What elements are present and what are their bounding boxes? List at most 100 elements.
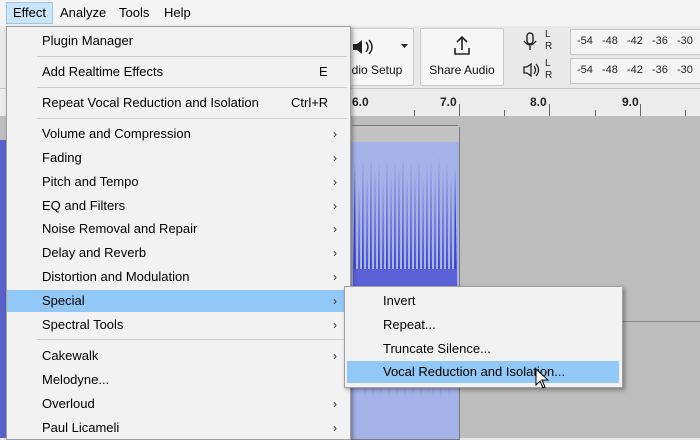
audio-clip[interactable] <box>350 125 460 440</box>
ruler-tick <box>685 110 686 116</box>
menu-item-label: Paul Licameli <box>42 420 120 435</box>
submenu-item-label: Truncate Silence... <box>383 341 491 356</box>
speaker-icon <box>353 39 373 55</box>
meter-channel-l: L <box>545 29 551 40</box>
ruler-label: 8.0 <box>530 95 547 109</box>
menu-separator <box>37 87 347 88</box>
menu-item-label: Distortion and Modulation <box>42 269 190 284</box>
chevron-right-icon: › <box>333 246 337 260</box>
menu-item-noise-removal[interactable]: Noise Removal and Repair › <box>7 218 350 240</box>
meter-channel-r: R <box>545 41 553 52</box>
submenu-item-label: Invert <box>383 293 416 308</box>
meter-tick: -48 <box>602 35 618 47</box>
menu-item-label: Plugin Manager <box>42 33 134 48</box>
menu-separator <box>37 118 347 119</box>
menu-item-special[interactable]: Special › <box>7 290 350 312</box>
menu-item-shortcut: E <box>319 64 328 79</box>
meter-tick: -54 <box>577 64 593 76</box>
audio-setup-button[interactable]: dio Setup <box>340 28 414 86</box>
menu-item-label: Spectral Tools <box>42 317 124 332</box>
ruler-tick <box>459 104 460 116</box>
menu-item-fading[interactable]: Fading › <box>7 147 350 169</box>
menu-separator <box>37 56 347 57</box>
menu-item-label: Delay and Reverb <box>42 245 147 260</box>
meter-tick: -30 <box>677 64 693 76</box>
ruler-tick <box>549 104 550 116</box>
submenu-item-label: Repeat... <box>383 317 436 332</box>
menu-item-spectral-tools[interactable]: Spectral Tools › <box>7 314 350 336</box>
chevron-right-icon: › <box>333 294 337 308</box>
mouse-cursor-icon <box>535 368 550 389</box>
menu-item-label: Pitch and Tempo <box>42 174 139 189</box>
menu-analyze[interactable]: Analyze <box>54 3 112 23</box>
chevron-down-icon <box>401 44 408 48</box>
menu-tools[interactable]: Tools <box>113 3 155 23</box>
submenu-item-repeat[interactable]: Repeat... <box>347 314 619 336</box>
ruler-label: 9.0 <box>622 95 639 109</box>
chevron-right-icon: › <box>333 199 337 213</box>
meter-channel-r: R <box>545 70 553 81</box>
chevron-right-icon: › <box>333 270 337 284</box>
menu-item-shortcut: Ctrl+R <box>291 95 329 110</box>
menu-item-add-realtime-effects[interactable]: Add Realtime Effects E <box>7 61 350 83</box>
effect-menu: Plugin Manager Add Realtime Effects E Re… <box>6 26 351 440</box>
menu-item-melodyne[interactable]: Melodyne... <box>7 369 350 391</box>
menu-item-overloud[interactable]: Overloud › <box>7 393 350 415</box>
playback-meter[interactable]: -54 -48 -42 -36 -30 <box>570 58 700 84</box>
menu-separator <box>37 339 347 340</box>
menu-item-pitch-and-tempo[interactable]: Pitch and Tempo › <box>7 171 350 193</box>
menu-item-delay-and-reverb[interactable]: Delay and Reverb › <box>7 242 350 264</box>
share-audio-label: Share Audio <box>429 63 495 77</box>
menu-item-label: Overloud <box>42 396 95 411</box>
ruler-tick <box>504 110 505 116</box>
microphone-icon[interactable] <box>522 32 538 52</box>
menu-effect[interactable]: Effect <box>6 2 54 24</box>
chevron-right-icon: › <box>333 349 337 363</box>
menu-item-volume-and-compression[interactable]: Volume and Compression › <box>7 123 350 145</box>
ruler-label: 6.0 <box>352 95 369 109</box>
speaker-icon[interactable] <box>522 62 540 78</box>
ruler-tick <box>414 110 415 116</box>
menu-item-label: Melodyne... <box>42 372 110 387</box>
menu-item-repeat-vocal-reduction[interactable]: Repeat Vocal Reduction and Isolation Ctr… <box>7 92 350 114</box>
chevron-right-icon: › <box>333 318 337 332</box>
menu-item-label: Cakewalk <box>42 348 99 363</box>
menu-item-distortion-and-modulation[interactable]: Distortion and Modulation › <box>7 266 350 288</box>
chevron-right-icon: › <box>333 151 337 165</box>
meter-tick: -36 <box>652 64 668 76</box>
meter-channel-l: L <box>545 58 551 69</box>
record-meter[interactable]: -54 -48 -42 -36 -30 <box>570 29 700 55</box>
meter-tick: -42 <box>627 35 643 47</box>
clip-header[interactable] <box>351 126 459 142</box>
menu-item-label: Repeat Vocal Reduction and Isolation <box>42 95 259 110</box>
audio-setup-label: dio Setup <box>351 63 403 77</box>
menu-item-eq-and-filters[interactable]: EQ and Filters › <box>7 195 350 217</box>
submenu-item-vocal-reduction-and-isolation[interactable]: Vocal Reduction and Isolation... <box>347 361 619 383</box>
menu-item-label: Fading <box>42 150 82 165</box>
upload-icon <box>454 35 470 55</box>
submenu-item-invert[interactable]: Invert <box>347 290 619 312</box>
special-submenu: Invert Repeat... Truncate Silence... Voc… <box>344 286 623 388</box>
chevron-right-icon: › <box>333 127 337 141</box>
meter-tick: -36 <box>652 35 668 47</box>
chevron-right-icon: › <box>333 397 337 411</box>
chevron-right-icon: › <box>333 222 337 236</box>
ruler-tick <box>595 110 596 116</box>
chevron-right-icon: › <box>333 421 337 435</box>
menu-item-plugin-manager[interactable]: Plugin Manager <box>7 30 350 52</box>
meter-tick: -54 <box>577 35 593 47</box>
menu-item-label: Noise Removal and Repair <box>42 221 198 236</box>
menu-item-label: Add Realtime Effects <box>42 64 164 79</box>
menu-item-label: Volume and Compression <box>42 126 191 141</box>
menu-help[interactable]: Help <box>158 3 197 23</box>
chevron-right-icon: › <box>333 175 337 189</box>
ruler-tick <box>640 104 641 116</box>
menu-item-paul-licameli[interactable]: Paul Licameli › <box>7 417 350 439</box>
meter-tick: -48 <box>602 64 618 76</box>
submenu-item-truncate-silence[interactable]: Truncate Silence... <box>347 338 619 360</box>
share-audio-button[interactable]: Share Audio <box>420 28 504 86</box>
menu-item-label: EQ and Filters <box>42 198 126 213</box>
menu-item-label: Special <box>42 293 85 308</box>
menu-bar: Effect Analyze Tools Help <box>0 0 700 27</box>
menu-item-cakewalk[interactable]: Cakewalk › <box>7 345 350 367</box>
